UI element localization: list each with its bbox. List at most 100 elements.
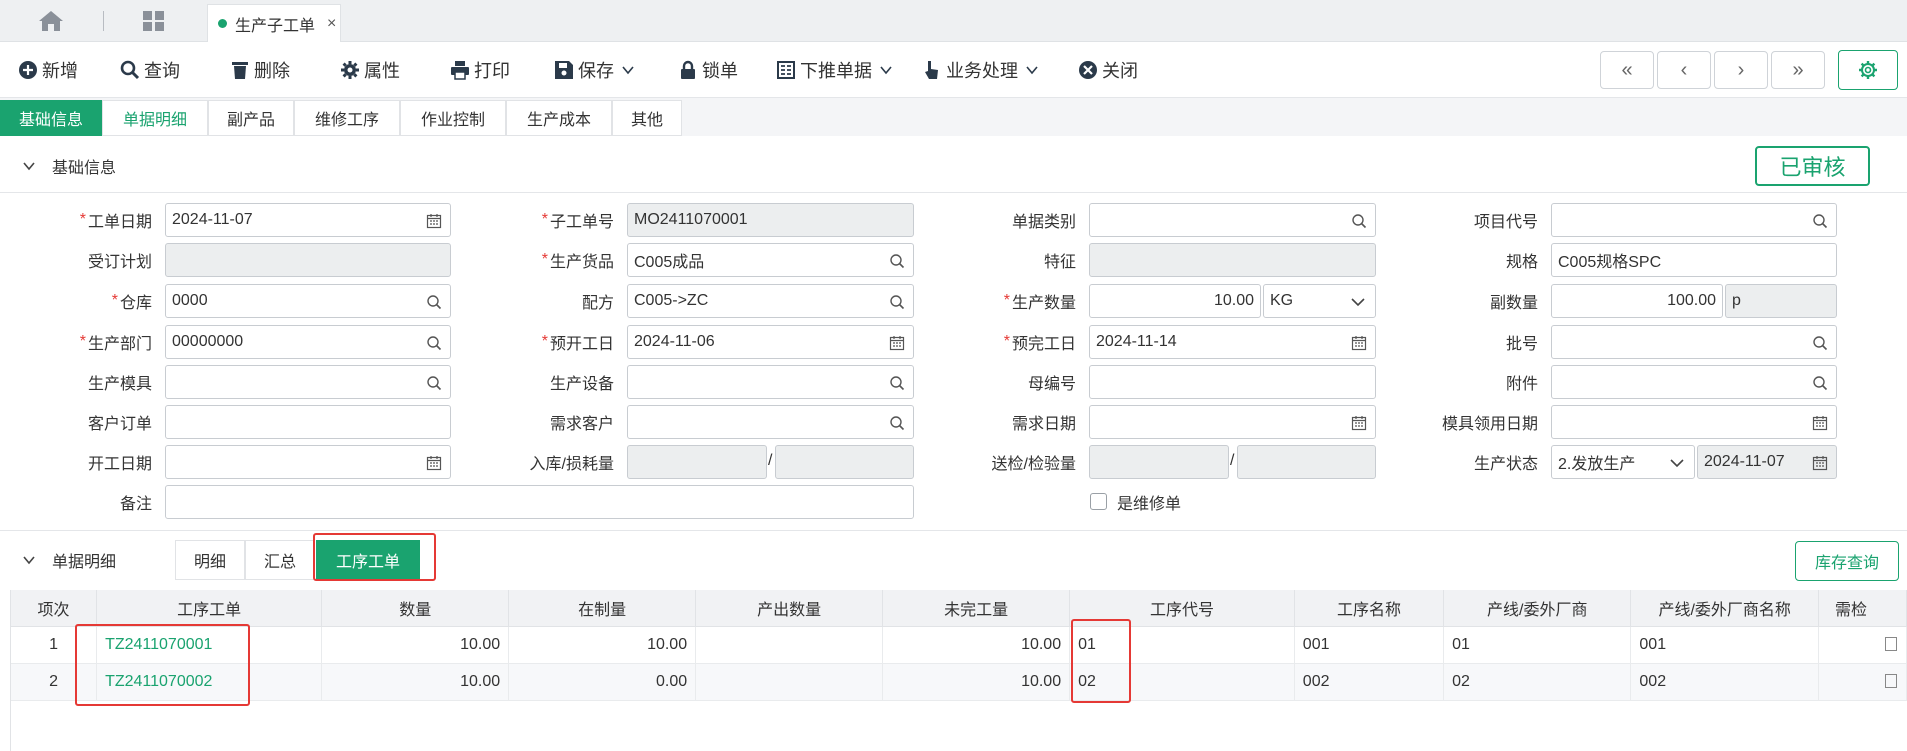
next-record-button[interactable]: › [1714,51,1768,89]
prod-status-select[interactable]: 2.发放生产 [1551,445,1695,479]
search-icon[interactable] [1812,375,1828,391]
formula-field[interactable]: C005->ZC [627,284,914,318]
inspect-checkbox[interactable] [1884,637,1897,652]
first-record-button[interactable]: « [1600,51,1654,89]
table-row[interactable]: 2 TZ2411070002 10.00 0.00 10.00 02 002 0… [11,663,1907,701]
basic-info-header[interactable]: 基础信息 [0,143,1907,189]
search-icon[interactable] [1351,213,1367,229]
settings-button[interactable] [1838,50,1898,90]
col-header[interactable]: 工序名称 [1294,590,1445,627]
mold-field[interactable] [165,365,451,399]
slash-separator: / [768,452,773,469]
unit-select[interactable]: KG [1263,284,1376,318]
sub-qty-field[interactable]: 100.00 [1551,284,1723,318]
tab-repair-process[interactable]: 维修工序 [294,100,400,136]
search-icon[interactable] [1812,213,1828,229]
search-icon[interactable] [1812,335,1828,351]
col-header[interactable]: 数量 [321,590,510,627]
table-row[interactable]: 1 TZ2411070001 10.00 10.00 10.00 01 001 … [11,626,1907,664]
lock-button[interactable]: 锁单 [678,56,738,84]
calendar-icon[interactable] [889,335,905,351]
product-field[interactable]: C005成品 [627,243,914,277]
work-date-field[interactable]: 2024-11-07 [165,203,451,237]
remark-field[interactable] [165,485,914,519]
prev-record-button[interactable]: ‹ [1657,51,1711,89]
plan-start-field[interactable]: 2024-11-06 [627,325,914,359]
tab-basic-info[interactable]: 基础信息 [0,100,102,136]
repair-order-checkbox[interactable] [1090,493,1107,510]
col-header[interactable]: 在制量 [508,590,697,627]
col-header[interactable]: 产出数量 [695,590,884,627]
query-button[interactable]: 查询 [120,56,180,84]
tab-other[interactable]: 其他 [612,100,682,136]
save-button[interactable]: 保存 [554,56,638,84]
close-button[interactable]: 关闭 [1078,56,1138,84]
col-header[interactable]: 工序工单 [96,590,323,627]
home-icon[interactable] [38,10,64,32]
close-tab-icon[interactable]: × [327,15,336,33]
calendar-icon[interactable] [426,455,442,471]
demand-date-field[interactable] [1089,405,1376,439]
tab-job-control[interactable]: 作业控制 [400,100,506,136]
feature-label: 特征 [1043,254,1076,271]
new-button[interactable]: 新增 [18,56,78,84]
equipment-field[interactable] [627,365,914,399]
apps-grid-icon[interactable] [142,10,166,32]
push-down-button[interactable]: 下推单据 [776,56,896,84]
cell-inspect[interactable] [1818,663,1907,701]
col-header[interactable]: 产线/委外厂商 [1443,590,1632,627]
col-header[interactable]: 未完工量 [882,590,1071,627]
search-icon[interactable] [426,294,442,310]
stock-query-button[interactable]: 库存查询 [1795,541,1899,581]
customer-order-field[interactable] [165,405,451,439]
tab-sub-work-order[interactable]: 生产子工单 × [207,4,341,42]
delete-button[interactable]: 删除 [230,56,290,84]
work-date-label: * 工单日期 [79,211,152,231]
parent-no-field[interactable] [1089,365,1376,399]
col-header[interactable]: 需检 [1818,590,1907,627]
search-icon[interactable] [889,253,905,269]
calendar-icon[interactable] [1351,415,1367,431]
chevron-down-icon[interactable] [22,553,36,567]
spec-field[interactable]: C005规格SPC [1551,243,1837,277]
start-date-field[interactable] [165,445,451,479]
batch-field[interactable] [1551,325,1837,359]
tab-by-products[interactable]: 副产品 [208,100,294,136]
tab-production-cost[interactable]: 生产成本 [506,100,612,136]
chevron-down-icon[interactable] [22,159,36,173]
search-icon[interactable] [889,415,905,431]
subtab-summary[interactable]: 汇总 [245,540,315,580]
attachment-field[interactable] [1551,365,1837,399]
print-button[interactable]: 打印 [450,56,510,84]
calendar-icon[interactable] [1812,415,1828,431]
col-header[interactable]: 产线/委外厂商名称 [1630,590,1819,627]
search-icon[interactable] [426,335,442,351]
search-icon[interactable] [889,294,905,310]
process-order-link[interactable]: TZ2411070001 [96,626,323,664]
production-qty-field[interactable]: 10.00 [1089,284,1261,318]
inspect-checkbox[interactable] [1884,674,1897,689]
project-code-field[interactable] [1551,203,1837,237]
last-record-button[interactable]: » [1771,51,1825,89]
search-icon[interactable] [889,375,905,391]
top-tab-bar: 生产子工单 × [0,0,1907,42]
col-header[interactable]: 项次 [11,590,98,627]
plan-end-field[interactable]: 2024-11-14 [1089,325,1376,359]
doc-type-field[interactable] [1089,203,1376,237]
subtab-process-orders[interactable]: 工序工单 [316,540,420,580]
tab-doc-detail[interactable]: 单据明细 [102,100,208,136]
business-process-button[interactable]: 业务处理 [922,56,1042,84]
demand-customer-field[interactable] [627,405,914,439]
cell-unfinished: 10.00 [882,663,1071,701]
cell-inspect[interactable] [1818,626,1907,664]
properties-button[interactable]: 属性 [340,56,400,84]
mold-date-field[interactable] [1551,405,1837,439]
warehouse-field[interactable]: 0000 [165,284,451,318]
search-icon[interactable] [426,375,442,391]
process-order-link[interactable]: TZ2411070002 [96,663,323,701]
dept-field[interactable]: 00000000 [165,325,451,359]
subtab-detail[interactable]: 明细 [175,540,245,580]
calendar-icon[interactable] [426,213,442,229]
calendar-icon[interactable] [1351,335,1367,351]
col-header[interactable]: 工序代号 [1069,590,1295,627]
